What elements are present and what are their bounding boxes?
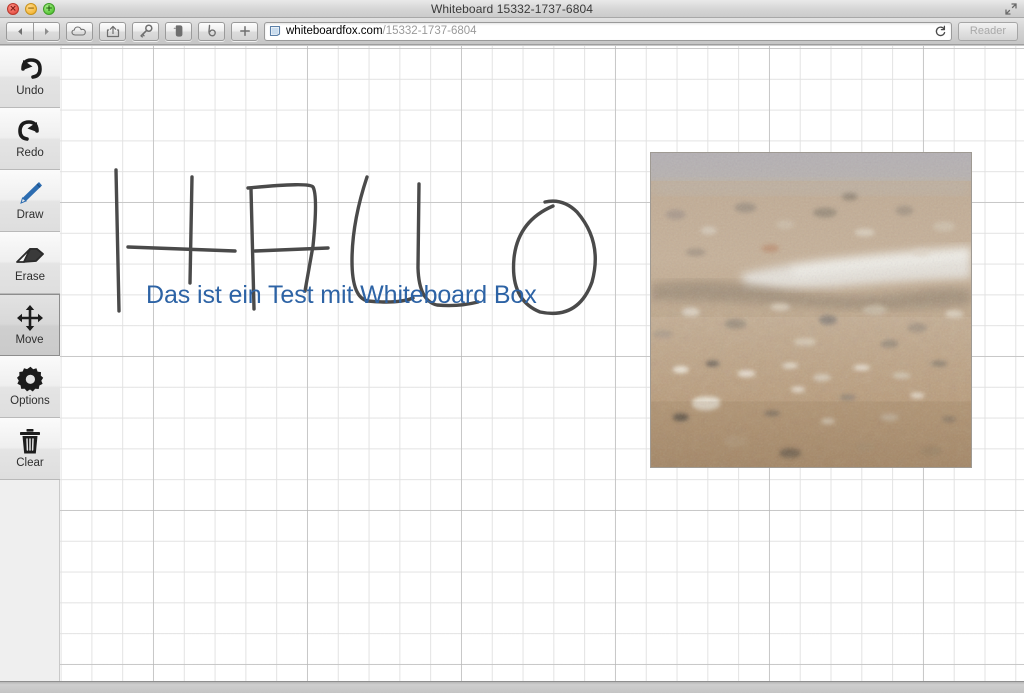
undo-arrow-icon: [15, 55, 45, 83]
share-button[interactable]: [99, 21, 126, 41]
zoom-button[interactable]: +: [43, 3, 55, 15]
fullscreen-arrows-icon[interactable]: [1004, 2, 1018, 16]
window-title: Whiteboard 15332-1737-6804: [430, 1, 594, 16]
tool-label-redo: Redo: [16, 147, 44, 160]
tool-redo[interactable]: Redo: [0, 108, 60, 170]
tool-erase[interactable]: Erase: [0, 232, 60, 294]
evernote-clipper-button[interactable]: [198, 21, 225, 41]
page-content: Das ist ein Test mit Whiteboard Box Undo…: [0, 46, 1024, 681]
address-host: whiteboardfox.com: [286, 25, 383, 37]
redo-arrow-icon: [15, 117, 45, 145]
minimize-button[interactable]: −: [25, 3, 37, 15]
tool-label-undo: Undo: [16, 85, 44, 98]
share-box-arrow-icon: [106, 25, 119, 37]
icloud-cloud-icon: [71, 26, 86, 36]
whiteboard-typed-text[interactable]: Das ist ein Test mit Whiteboard Box: [146, 281, 537, 310]
address-path: /15332-1737-6804: [382, 25, 477, 37]
evernote-elephant-icon: [173, 25, 182, 37]
new-tab-button[interactable]: [231, 21, 258, 41]
password-key-button[interactable]: [132, 21, 159, 41]
trash-can-icon: [18, 427, 42, 455]
tool-label-draw: Draw: [16, 209, 44, 222]
move-arrows-icon: [16, 304, 44, 332]
tool-draw[interactable]: Draw: [0, 170, 60, 232]
window-controls: × − +: [7, 3, 55, 15]
window-bottom-chrome: [0, 681, 1024, 693]
tool-undo[interactable]: Undo: [0, 46, 60, 108]
whiteboard-photo[interactable]: [650, 152, 972, 468]
tool-label-options: Options: [10, 395, 50, 408]
tool-label-move: Move: [15, 333, 44, 346]
pencil-icon: [15, 179, 45, 207]
address-bar-text: whiteboardfox.com/15332-1737-6804: [286, 25, 477, 37]
browser-toolbar: whiteboardfox.com/15332-1737-6804 Reader: [0, 18, 1024, 45]
plus-icon: [239, 26, 250, 36]
close-button[interactable]: ×: [7, 3, 19, 15]
back-arrow-icon: [17, 27, 22, 35]
icloud-button[interactable]: [66, 21, 93, 41]
beach-sand-pebbles-photo: [651, 153, 971, 467]
eraser-icon: [14, 241, 46, 269]
reload-button[interactable]: [933, 24, 949, 39]
evernote-clipper-icon: [208, 24, 216, 37]
key-icon: [139, 24, 153, 38]
title-bar: × − + Whiteboard 15332-1737-6804: [0, 0, 1024, 18]
reload-circular-arrow-icon: [936, 25, 946, 36]
page-document-icon: [269, 25, 281, 37]
back-button[interactable]: [6, 21, 33, 41]
navigation-buttons: [6, 21, 60, 41]
tool-options[interactable]: Options: [0, 356, 60, 418]
tool-label-clear: Clear: [16, 457, 44, 470]
evernote-button[interactable]: [165, 21, 192, 41]
forward-arrow-icon: [45, 27, 49, 35]
browser-window: × − + Whiteboard 15332-1737-6804 whitebo…: [0, 0, 1024, 693]
reader-button[interactable]: Reader: [957, 21, 1018, 41]
address-bar[interactable]: whiteboardfox.com/15332-1737-6804: [264, 21, 952, 41]
tool-label-erase: Erase: [14, 271, 46, 284]
forward-button[interactable]: [33, 21, 60, 41]
gear-icon: [16, 365, 44, 393]
whiteboard-tool-sidebar: Undo Redo Draw Erase Move Options Clear: [0, 46, 60, 681]
tool-clear[interactable]: Clear: [0, 418, 60, 480]
tool-move[interactable]: Move: [0, 294, 60, 356]
